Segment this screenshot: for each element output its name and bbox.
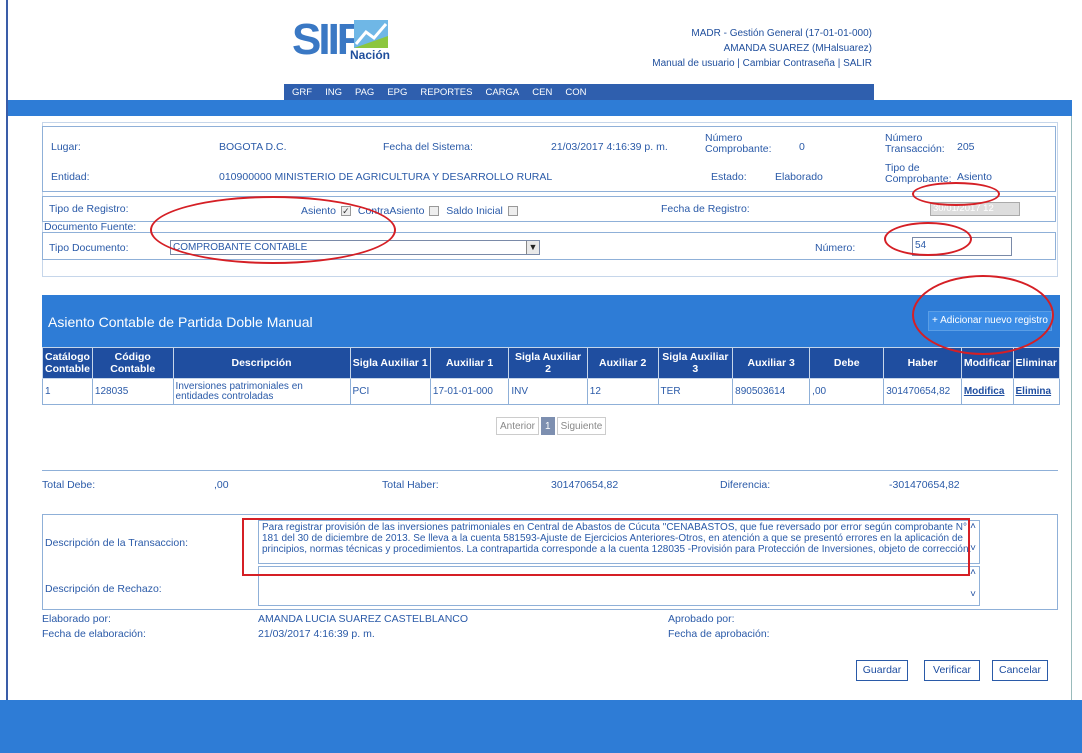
num-transaccion-label: Número Transacción: (885, 132, 945, 155)
logo-subtitle: Nación (350, 48, 391, 62)
top-band (8, 100, 1072, 116)
estado-label: Estado: (711, 171, 747, 183)
cell-catalogo: 1 (42, 378, 93, 405)
footer-band (0, 700, 1082, 753)
col-codigo: Código Contable (91, 347, 174, 379)
siif-logo: SIIF Nación (292, 18, 402, 63)
logo-chart-icon (354, 20, 388, 48)
cell-descripcion: Inversiones patrimoniales en entidades c… (172, 378, 351, 405)
menu-item-epg[interactable]: EPG (387, 87, 407, 98)
menu-item-ing[interactable]: ING (325, 87, 342, 98)
col-sigla1: Sigla Auxiliar 1 (349, 347, 431, 379)
cell-aux2: 12 (586, 378, 659, 405)
cell-sigla2: INV (508, 378, 588, 405)
lugar-value: BOGOTA D.C. (219, 141, 287, 153)
total-debe-label: Total Debe: (42, 479, 96, 491)
estado-value: Elaborado (775, 171, 823, 183)
asiento-table: Catálogo Contable Código Contable Descri… (42, 347, 1061, 405)
col-descripcion: Descripción (172, 347, 351, 379)
fecha-elaboracion-label: Fecha de elaboración: (42, 628, 146, 640)
total-debe-value: ,00 (214, 479, 229, 491)
user-info: MADR - Gestión General (17-01-01-000) AM… (652, 26, 872, 71)
col-aux2: Auxiliar 2 (586, 347, 659, 379)
fecha-sistema-label: Fecha del Sistema: (383, 141, 473, 153)
col-eliminar: Eliminar (1012, 347, 1061, 379)
total-haber-value: 301470654,82 (551, 479, 619, 491)
main-menu: GRF ING PAG EPG REPORTES CARGA CEN CON (284, 84, 874, 100)
panel-title: Asiento Contable de Partida Doble Manual (48, 314, 313, 330)
table-header-row: Catálogo Contable Código Contable Descri… (42, 347, 1061, 379)
aprobado-label: Aprobado por: (668, 613, 735, 625)
col-haber: Haber (883, 347, 962, 379)
cell-debe: ,00 (809, 378, 885, 405)
user-name: AMANDA SUAREZ (MHalsuarez) (723, 43, 872, 54)
chevron-down-icon[interactable]: ▼ (526, 241, 539, 254)
menu-item-carga[interactable]: CARGA (485, 87, 519, 98)
pager-prev-button[interactable]: Anterior (496, 417, 540, 435)
elaborado-label: Elaborado por: (42, 613, 111, 625)
user-links[interactable]: Manual de usuario | Cambiar Contraseña |… (652, 56, 872, 71)
cell-haber: 301470654,82 (883, 378, 962, 405)
col-sigla3: Sigla Auxiliar 3 (657, 347, 734, 379)
num-comprobante-label: Número Comprobante: (705, 132, 772, 155)
col-catalogo: Catálogo Contable (42, 347, 93, 379)
cancelar-button[interactable]: Cancelar (992, 660, 1048, 681)
descripcion-transaccion-label: Descripción de la Transaccion: (45, 537, 188, 549)
annotation-oval-add (912, 275, 1054, 355)
fecha-registro-label: Fecha de Registro: (661, 203, 750, 215)
total-haber-label: Total Haber: (382, 479, 439, 491)
col-debe: Debe (809, 347, 885, 379)
verificar-button[interactable]: Verificar (924, 660, 980, 681)
diferencia-value: -301470654,82 (889, 479, 960, 491)
saldo-inicial-label: Saldo Inicial (446, 205, 503, 217)
menu-item-pag[interactable]: PAG (355, 87, 374, 98)
descripcion-rechazo-label: Descripción de Rechazo: (45, 583, 162, 595)
diferencia-label: Diferencia: (720, 479, 771, 491)
cell-sigla3: TER (657, 378, 734, 405)
num-comprobante-value: 0 (799, 141, 805, 153)
menu-item-grf[interactable]: GRF (292, 87, 312, 98)
fecha-sistema-value: 21/03/2017 4:16:39 p. m. (551, 141, 668, 153)
modify-link[interactable]: Modifica (964, 386, 1005, 397)
menu-item-con[interactable]: CON (565, 87, 586, 98)
cell-aux3: 890503614 (732, 378, 811, 405)
menu-item-cen[interactable]: CEN (532, 87, 552, 98)
annotation-oval-registro (150, 196, 396, 264)
fecha-aprobacion-label: Fecha de aprobación: (668, 628, 770, 640)
annotation-oval-fecha (912, 182, 1000, 206)
elaborado-value: AMANDA LUCIA SUAREZ CASTELBLANCO (258, 613, 469, 625)
asiento-panel-header: Asiento Contable de Partida Doble Manual… (42, 295, 1060, 347)
user-entity: MADR - Gestión General (17-01-01-000) (691, 28, 872, 39)
pagination: Anterior 1 Siguiente (496, 417, 607, 435)
entidad-value: 010900000 MINISTERIO DE AGRICULTURA Y DE… (219, 171, 553, 183)
cell-sigla1: PCI (349, 378, 431, 405)
tipo-registro-label: Tipo de Registro: (49, 203, 129, 215)
numero-label: Número: (815, 242, 856, 254)
table-row: 1 128035 Inversiones patrimoniales en en… (42, 378, 1061, 405)
delete-link[interactable]: Elimina (1016, 386, 1052, 397)
fecha-elaboracion-value: 21/03/2017 4:16:39 p. m. (258, 628, 375, 640)
col-aux1: Auxiliar 1 (429, 347, 510, 379)
cell-aux1: 17-01-01-000 (429, 378, 510, 405)
cell-eliminar: Elimina (1012, 378, 1061, 405)
annotation-rect-descripcion (242, 518, 970, 576)
col-sigla2: Sigla Auxiliar 2 (508, 347, 588, 379)
guardar-button[interactable]: Guardar (856, 660, 908, 681)
entidad-label: Entidad: (51, 171, 90, 183)
info-panel: Lugar: BOGOTA D.C. Fecha del Sistema: 21… (42, 126, 1056, 192)
lugar-label: Lugar: (51, 141, 81, 153)
num-transaccion-value: 205 (957, 141, 975, 153)
pager-next-button[interactable]: Siguiente (556, 417, 607, 435)
cell-modificar: Modifica (960, 378, 1014, 405)
cell-codigo: 128035 (91, 378, 174, 405)
menu-item-reportes[interactable]: REPORTES (420, 87, 472, 98)
contraasiento-checkbox[interactable] (429, 206, 440, 217)
tipo-documento-label: Tipo Documento: (49, 242, 129, 254)
col-aux3: Auxiliar 3 (732, 347, 811, 379)
annotation-oval-numero (884, 222, 972, 256)
pager-current-page[interactable]: 1 (541, 417, 555, 435)
saldo-inicial-checkbox[interactable] (507, 206, 518, 217)
totals-divider (42, 470, 1058, 471)
